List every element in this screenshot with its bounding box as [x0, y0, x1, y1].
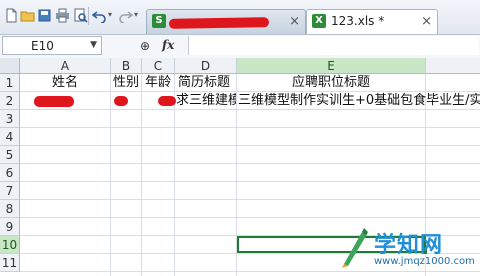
name-box[interactable]: E10 ▼	[2, 36, 102, 55]
redaction-mark	[168, 17, 270, 29]
row-header-6[interactable]: 6	[0, 164, 20, 182]
column-header-e[interactable]: E	[237, 58, 426, 74]
grid-line	[141, 74, 142, 276]
print-icon[interactable]	[55, 8, 70, 23]
grid-line	[20, 199, 480, 200]
cell-e1[interactable]: 应聘职位标题	[237, 74, 425, 92]
column-header-d[interactable]: D	[175, 58, 237, 74]
watermark-title: 学知网	[374, 233, 444, 258]
column-header-a[interactable]: A	[20, 58, 111, 74]
close-icon[interactable]: ×	[421, 14, 432, 29]
grid-line	[110, 74, 111, 276]
column-header-c[interactable]: C	[142, 58, 175, 74]
row-header-9[interactable]: 9	[0, 218, 20, 236]
row-header-7[interactable]: 7	[0, 182, 20, 200]
tab-123-xls[interactable]: X 123.xls * ×	[306, 9, 438, 34]
redaction-mark	[34, 96, 74, 107]
spreadsheet-icon: S	[152, 14, 166, 28]
save-icon[interactable]	[37, 8, 52, 23]
pen-logo-icon	[342, 228, 368, 268]
redo-icon[interactable]	[118, 8, 133, 23]
toolbar: ▾ ▾ S × X 123.xls * ×	[0, 0, 480, 35]
grid-line	[20, 181, 480, 182]
row-header-8[interactable]: 8	[0, 200, 20, 218]
cell-b1[interactable]: 性别	[111, 74, 141, 92]
row-header-4[interactable]: 4	[0, 128, 20, 146]
row-header-3[interactable]: 3	[0, 110, 20, 128]
row-header-10[interactable]: 10	[0, 236, 20, 254]
fx-icon[interactable]: fx	[162, 38, 174, 52]
cell-reference: E10	[31, 39, 54, 53]
column-header-f[interactable]	[426, 58, 480, 74]
close-icon[interactable]: ×	[289, 14, 300, 29]
select-all-corner[interactable]	[0, 58, 20, 74]
undo-icon[interactable]	[92, 8, 107, 23]
spreadsheet-icon: X	[312, 14, 326, 28]
doc-icon[interactable]	[4, 8, 19, 23]
row-header-5[interactable]: 5	[0, 146, 20, 164]
tab-redacted-workbook[interactable]: S ×	[146, 9, 306, 34]
formula-bar: E10 ▼ ⊕ fx	[0, 35, 480, 59]
redaction-mark	[158, 96, 176, 106]
grid-line	[20, 217, 480, 218]
site-watermark: 学知网 www.jmqz1000.com	[330, 220, 480, 276]
cell-d2[interactable]: 求三维建模	[176, 92, 236, 110]
row-header-11[interactable]: 11	[0, 254, 20, 272]
folder-icon[interactable]	[20, 8, 35, 23]
watermark-url: www.jmqz1000.com	[374, 256, 475, 267]
cell-e2[interactable]: 三维模型制作实训生+0基础包食毕业生/实	[238, 92, 480, 110]
zoom-icon[interactable]: ⊕	[140, 39, 150, 53]
cell-d1[interactable]: 简历标题	[178, 74, 236, 92]
cell-c1[interactable]: 年龄	[142, 74, 174, 92]
toolbar-separator	[88, 7, 89, 25]
grid-line	[20, 145, 480, 146]
row-header-2[interactable]: 2	[0, 92, 20, 110]
redaction-mark	[114, 96, 128, 106]
grid-line	[20, 163, 480, 164]
chevron-down-icon[interactable]: ▼	[90, 40, 97, 50]
cell-a1[interactable]: 姓名	[20, 74, 110, 92]
grid-line	[20, 127, 480, 128]
print-preview-icon[interactable]	[73, 8, 88, 23]
tab-label: 123.xls *	[331, 14, 385, 28]
column-header-b[interactable]: B	[111, 58, 142, 74]
formula-input[interactable]	[188, 36, 479, 55]
row-header-1[interactable]: 1	[0, 74, 20, 92]
